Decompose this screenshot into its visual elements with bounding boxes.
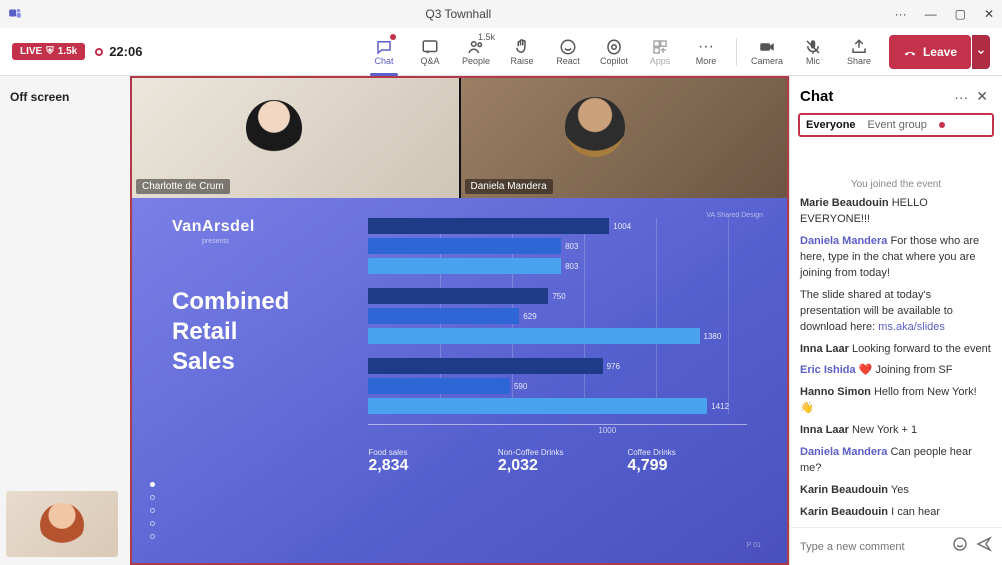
chart-bar: 1004 — [368, 218, 631, 234]
teams-icon — [8, 6, 22, 23]
smile-icon — [952, 536, 968, 552]
slide-progress-dots — [150, 482, 155, 539]
meeting-timer: 22:06 — [109, 44, 142, 59]
slide-total: Food sales2,834 — [368, 448, 498, 475]
qa-icon — [421, 38, 439, 56]
left-column: Off screen — [0, 76, 130, 565]
window-title: Q3 Townhall — [22, 7, 895, 21]
chat-compose — [790, 527, 1002, 565]
chat-join-divider: You joined the event — [790, 179, 1002, 190]
chart-bar: 803 — [368, 258, 578, 274]
people-button[interactable]: 1.5k People — [454, 32, 498, 72]
shared-slide: VanArsdel presents Combined Retail Sales… — [132, 198, 787, 563]
video-tile[interactable]: Charlotte de Crum — [132, 78, 459, 198]
hangup-icon — [903, 45, 917, 59]
window-maximize-button[interactable]: ▢ — [955, 7, 966, 21]
window-more-button[interactable]: ··· — [895, 7, 907, 21]
avatar — [565, 97, 625, 157]
chat-input[interactable] — [800, 541, 944, 553]
ellipsis-icon: ··· — [698, 38, 714, 56]
slide-brand: VanArsdel — [172, 218, 368, 236]
chat-message: Daniela Mandera For those who are here, … — [800, 234, 992, 282]
chat-message: Karin Beaudouin Yes — [800, 483, 992, 499]
tab-event-group[interactable]: Event group — [868, 119, 927, 131]
slide-total: Non-Coffee Drinks2,032 — [498, 448, 628, 475]
slide-page-note: P 01 — [747, 542, 761, 549]
chat-message: Inna Laar Looking forward to the event — [800, 342, 992, 358]
send-button[interactable] — [976, 536, 992, 557]
qa-button[interactable]: Q&A — [408, 32, 452, 72]
chat-messages: Marie Beaudouin HELLO EVERYONE!!! Daniela… — [790, 196, 1002, 527]
leave-dropdown[interactable] — [972, 35, 990, 69]
presenter-video-row: Charlotte de Crum Daniela Mandera — [132, 78, 787, 198]
leave-button[interactable]: Leave — [889, 35, 971, 69]
video-tile[interactable]: Daniela Mandera — [459, 78, 788, 198]
chat-message: Karin Beaudouin I can hear — [800, 505, 992, 521]
main-area: Off screen Charlotte de Crum Daniela Man… — [0, 76, 1002, 565]
share-button[interactable]: Share — [837, 32, 881, 72]
copilot-button[interactable]: Copilot — [592, 32, 636, 72]
chart-bar: 1380 — [368, 328, 721, 344]
chart-bar: 750 — [368, 288, 565, 304]
tab-everyone[interactable]: Everyone — [806, 119, 856, 131]
viewers-icon: ⛨ — [46, 46, 54, 57]
slide-title: Combined Retail Sales — [172, 287, 368, 377]
chart-bar: 590 — [368, 378, 527, 394]
avatar — [246, 100, 302, 156]
chart-bar: 1412 — [368, 398, 729, 414]
chat-more-button[interactable]: ··· — [950, 87, 972, 107]
copilot-icon — [605, 38, 623, 56]
chart-bar: 803 — [368, 238, 578, 254]
chat-message: Daniela Mandera Can people hear me? — [800, 445, 992, 477]
slide-totals: Food sales2,834Non-Coffee Drinks2,032Cof… — [368, 448, 757, 475]
toolbar-center: Chat Q&A 1.5k People Raise React Copilot… — [362, 32, 881, 72]
apps-button[interactable]: Apps — [638, 32, 682, 72]
chat-close-button[interactable]: ✕ — [972, 86, 992, 107]
chevron-down-icon — [976, 47, 986, 57]
react-button[interactable]: React — [546, 32, 590, 72]
send-icon — [976, 536, 992, 552]
meeting-stage: Charlotte de Crum Daniela Mandera VanArs… — [130, 76, 789, 565]
apps-icon — [651, 38, 669, 56]
camera-button[interactable]: Camera — [745, 32, 789, 72]
chat-message: Eric Ishida ❤️ Joining from SF — [800, 363, 992, 379]
presenter-name: Daniela Mandera — [465, 179, 553, 194]
chat-message: Marie Beaudouin HELLO EVERYONE!!! — [800, 196, 992, 228]
chart-bar: 629 — [368, 308, 536, 324]
offscreen-label: Off screen — [6, 84, 124, 110]
chart-bar: 976 — [368, 358, 620, 374]
title-bar: Q3 Townhall ··· — ▢ ✕ — [0, 0, 1002, 28]
chat-message: The slide shared at today's presentation… — [800, 288, 992, 336]
self-video-preview[interactable] — [6, 491, 118, 557]
hand-icon — [513, 38, 531, 56]
smile-icon — [559, 38, 577, 56]
tab-unread-dot — [939, 122, 945, 128]
share-icon — [850, 38, 868, 56]
window-minimize-button[interactable]: — — [925, 7, 937, 21]
chat-icon — [375, 38, 393, 56]
slide-total: Coffee Drinks4,799 — [627, 448, 757, 475]
live-indicator: LIVE ⛨ 1.5k — [12, 43, 85, 60]
chat-panel: Chat ··· ✕ Everyone Event group You join… — [789, 76, 1002, 565]
chat-message: Hanno Simon Hello from New York! 👋 — [800, 385, 992, 417]
chat-tabs: Everyone Event group — [798, 113, 994, 137]
chat-button[interactable]: Chat — [362, 32, 406, 72]
mic-button[interactable]: Mic — [791, 32, 835, 72]
record-icon — [95, 48, 103, 56]
mic-off-icon — [804, 38, 822, 56]
more-button[interactable]: ··· More — [684, 32, 728, 72]
slide-chart: 1004803803750629138097659014121000 — [368, 218, 757, 442]
chat-message: Inna Laar New York + 1 — [800, 423, 992, 439]
camera-icon — [758, 38, 776, 56]
chat-title: Chat — [800, 88, 950, 105]
raise-hand-button[interactable]: Raise — [500, 32, 544, 72]
toolbar-divider — [736, 38, 737, 66]
presenter-name: Charlotte de Crum — [136, 179, 230, 194]
emoji-button[interactable] — [952, 536, 968, 557]
chat-unread-dot — [390, 34, 396, 40]
meeting-toolbar: LIVE ⛨ 1.5k 22:06 Chat Q&A 1.5k People R… — [0, 28, 1002, 76]
window-close-button[interactable]: ✕ — [984, 7, 994, 21]
self-avatar — [40, 503, 84, 547]
slide-brand-sub: presents — [202, 238, 368, 245]
